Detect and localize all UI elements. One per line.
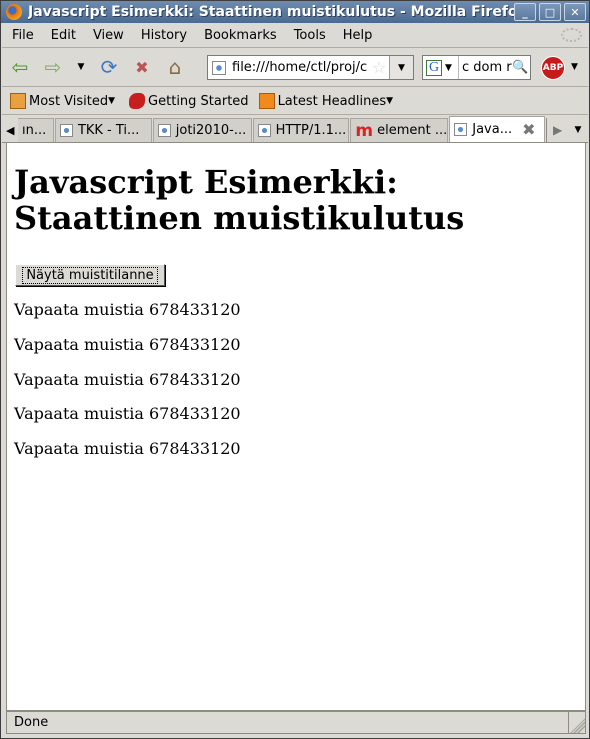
minimize-button[interactable]: _ [514,3,536,21]
browser-window: Javascript Esimerkki: Staattinen muistik… [0,0,590,739]
forward-button[interactable]: ⇨ [38,52,68,82]
memory-line: Vapaata muistia 678433120 [14,335,241,354]
resize-grip[interactable] [568,711,586,734]
list-all-tabs-button[interactable]: ▼ [568,118,588,142]
page-icon [212,60,226,75]
chevron-down-icon: ▼ [445,62,452,73]
tab-bar: ◀ ın... TKK - Ti... joti2010-... HTTP/1.… [2,116,588,143]
show-memory-button[interactable]: Näytä muistitilanne [15,264,165,286]
page-icon [157,124,171,137]
bookmarks-toolbar: Most Visited ▼ Getting Started Latest He… [2,88,588,115]
adblock-button[interactable]: ABP [541,56,565,80]
chevron-down-icon: ▼ [386,96,394,106]
google-icon: G [426,59,442,76]
window-title: Javascript Esimerkki: Staattinen muistik… [28,4,514,20]
stop-button[interactable]: ✖ [127,52,157,82]
title-bar[interactable]: Javascript Esimerkki: Staattinen muistik… [1,1,589,23]
rss-icon [258,93,275,109]
reload-button[interactable]: ⟳ [94,52,124,82]
menu-bar: File Edit View History Bookmarks Tools H… [2,24,588,46]
menu-tools[interactable]: Tools [284,28,333,43]
close-button[interactable]: ✕ [564,3,586,21]
menu-help[interactable]: Help [333,28,380,43]
menu-file[interactable]: File [2,28,41,43]
throbber-icon [561,28,582,42]
menu-view[interactable]: View [83,28,131,43]
close-tab-icon[interactable]: ✖ [522,120,535,139]
menu-edit[interactable]: Edit [41,28,83,43]
status-bar: Done [6,710,586,734]
page-icon [257,124,271,137]
back-button[interactable]: ⇦ [5,52,35,82]
search-engine-selector[interactable]: G ▼ [423,56,459,79]
memory-line: Vapaata muistia 678433120 [14,300,241,319]
search-input[interactable]: c dom r [459,60,512,75]
url-input[interactable]: file:///home/ctl/proj/c [232,60,369,75]
page-content: Javascript Esimerkki: Staattinen muistik… [6,143,586,710]
url-bar[interactable]: file:///home/ctl/proj/c ☆ ▼ [207,55,414,80]
search-bar[interactable]: G ▼ c dom r 🔍 [422,55,531,80]
memory-line: Vapaata muistia 678433120 [14,370,241,389]
firefox-icon [6,4,22,20]
tab-scroll-right-button[interactable]: ▶ [546,118,568,142]
menu-bookmarks[interactable]: Bookmarks [194,28,284,43]
tab-scroll-left-button[interactable]: ◀ [6,118,18,142]
bookmark-getting-started[interactable]: Getting Started [129,93,249,109]
tab-5[interactable]: m element ... [350,118,449,142]
tab-3[interactable]: joti2010-... [152,118,252,142]
tab-2[interactable]: TKK - Ti... [54,118,152,142]
bookmark-most-visited[interactable]: Most Visited ▼ [10,93,115,109]
chevron-down-icon: ▼ [108,96,116,106]
search-icon[interactable]: 🔍 [512,60,530,75]
mozilla-dino-icon [129,93,146,109]
tab-active[interactable]: Java... ✖ [449,116,546,142]
navigation-toolbar: ⇦ ⇨ ▼ ⟳ ✖ ⌂ file:///home/ctl/proj/c ☆ ▼ … [2,47,588,87]
tab-4[interactable]: HTTP/1.1... [252,118,350,142]
url-dropdown-button[interactable]: ▼ [389,56,413,79]
bookmark-latest-headlines[interactable]: Latest Headlines ▼ [258,93,394,109]
page-heading: Javascript Esimerkki: Staattinen muistik… [14,163,465,237]
tab-1[interactable]: ın... [17,118,54,142]
status-text: Done [6,711,568,734]
m-logo-icon: m [355,120,374,141]
memory-line: Vapaata muistia 678433120 [14,439,241,458]
page-icon [454,123,468,136]
adblock-dropdown-button[interactable]: ▼ [571,62,578,72]
maximize-button[interactable]: □ [539,3,561,21]
home-button[interactable]: ⌂ [160,52,190,82]
bookmark-star-icon[interactable]: ☆ [369,58,389,77]
memory-line: Vapaata muistia 678433120 [14,404,241,423]
page-icon [59,124,73,137]
menu-history[interactable]: History [131,28,194,43]
history-dropdown-button[interactable]: ▼ [71,52,91,82]
folder-icon [10,93,26,109]
